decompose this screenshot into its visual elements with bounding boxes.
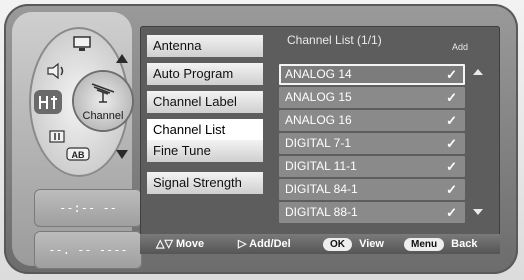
channel-dial-center[interactable]: Channel — [74, 72, 132, 130]
menu-item-auto-program[interactable]: Auto Program — [147, 63, 263, 85]
ok-key-icon[interactable]: OK — [323, 237, 352, 251]
check-icon[interactable]: ✓ — [446, 110, 457, 131]
right-arrow-icon: ▷ — [238, 238, 247, 250]
speaker-icon[interactable] — [43, 59, 71, 83]
ab-icon[interactable]: AB — [64, 142, 92, 166]
date-display: --. -- ---- — [34, 231, 142, 269]
help-back: Menu Back — [404, 234, 477, 254]
check-icon[interactable]: ✓ — [446, 202, 457, 223]
channel-name: ANALOG 14 — [285, 67, 352, 81]
menu-key-icon[interactable]: Menu — [404, 237, 445, 251]
help-view-label: View — [359, 238, 384, 250]
menu-item-channel-label[interactable]: Channel Label — [147, 91, 263, 113]
antenna-icon — [88, 80, 118, 109]
channel-row[interactable]: DIGITAL 84-1 ✓ — [279, 179, 465, 200]
tv-menu-screen: AB Channel --:-- -- --. -- ---- Antenna … — [0, 0, 524, 280]
channel-row[interactable]: ANALOG 14 ✓ — [279, 64, 465, 85]
time-display: --:-- -- — [34, 189, 142, 227]
help-add-del: ▷ Add/Del — [238, 234, 291, 254]
left-control-panel: AB Channel --:-- -- --. -- ---- — [12, 12, 142, 269]
channel-name: ANALOG 15 — [285, 90, 352, 104]
menu-item-fine-tune[interactable]: Fine Tune — [147, 140, 263, 162]
channel-row[interactable]: DIGITAL 7-1 ✓ — [279, 133, 465, 154]
check-icon[interactable]: ✓ — [446, 179, 457, 200]
menu-item-signal-strength[interactable]: Signal Strength — [147, 172, 263, 194]
dial-up-arrow-icon[interactable] — [116, 54, 128, 63]
menu-item-antenna[interactable]: Antenna — [147, 35, 263, 57]
help-move-label: Move — [175, 238, 205, 250]
channel-antenna-icon[interactable] — [34, 90, 62, 114]
channel-name: DIGITAL 11-1 — [285, 159, 357, 173]
channel-label: Channel — [82, 110, 124, 122]
monitor-icon[interactable] — [68, 32, 96, 56]
channel-list-title: Channel List (1/1) — [287, 33, 382, 47]
help-back-label: Back — [451, 238, 478, 250]
channel-name: DIGITAL 84-1 — [285, 182, 358, 196]
scroll-down-arrow-icon[interactable] — [473, 209, 483, 215]
check-icon[interactable]: ✓ — [446, 64, 457, 85]
dial-down-arrow-icon[interactable] — [116, 150, 128, 159]
svg-text:AB: AB — [72, 150, 85, 160]
channel-name: ANALOG 16 — [285, 113, 352, 127]
channel-name: DIGITAL 88-1 — [285, 205, 358, 219]
channel-row[interactable]: ANALOG 16 ✓ — [279, 110, 465, 131]
help-bar: △▽ Move ▷ Add/Del OK View Menu Back — [140, 234, 500, 254]
help-move: △▽ Move — [156, 234, 204, 254]
channel-setup-panel: Antenna Auto Program Channel Label Chann… — [140, 26, 500, 254]
check-icon[interactable]: ✓ — [446, 133, 457, 154]
scroll-up-arrow-icon[interactable] — [473, 69, 483, 75]
add-column-header: Add — [452, 42, 469, 52]
help-add-del-label: Add/Del — [249, 238, 291, 250]
check-icon[interactable]: ✓ — [446, 156, 457, 177]
help-view: OK View — [323, 234, 384, 254]
check-icon[interactable]: ✓ — [446, 87, 457, 108]
up-down-arrows-icon: △▽ — [156, 238, 173, 250]
channel-row[interactable]: ANALOG 15 ✓ — [279, 87, 465, 108]
channel-row[interactable]: DIGITAL 11-1 ✓ — [279, 156, 465, 177]
channel-row[interactable]: DIGITAL 88-1 ✓ — [279, 202, 465, 223]
channel-name: DIGITAL 7-1 — [285, 136, 352, 150]
